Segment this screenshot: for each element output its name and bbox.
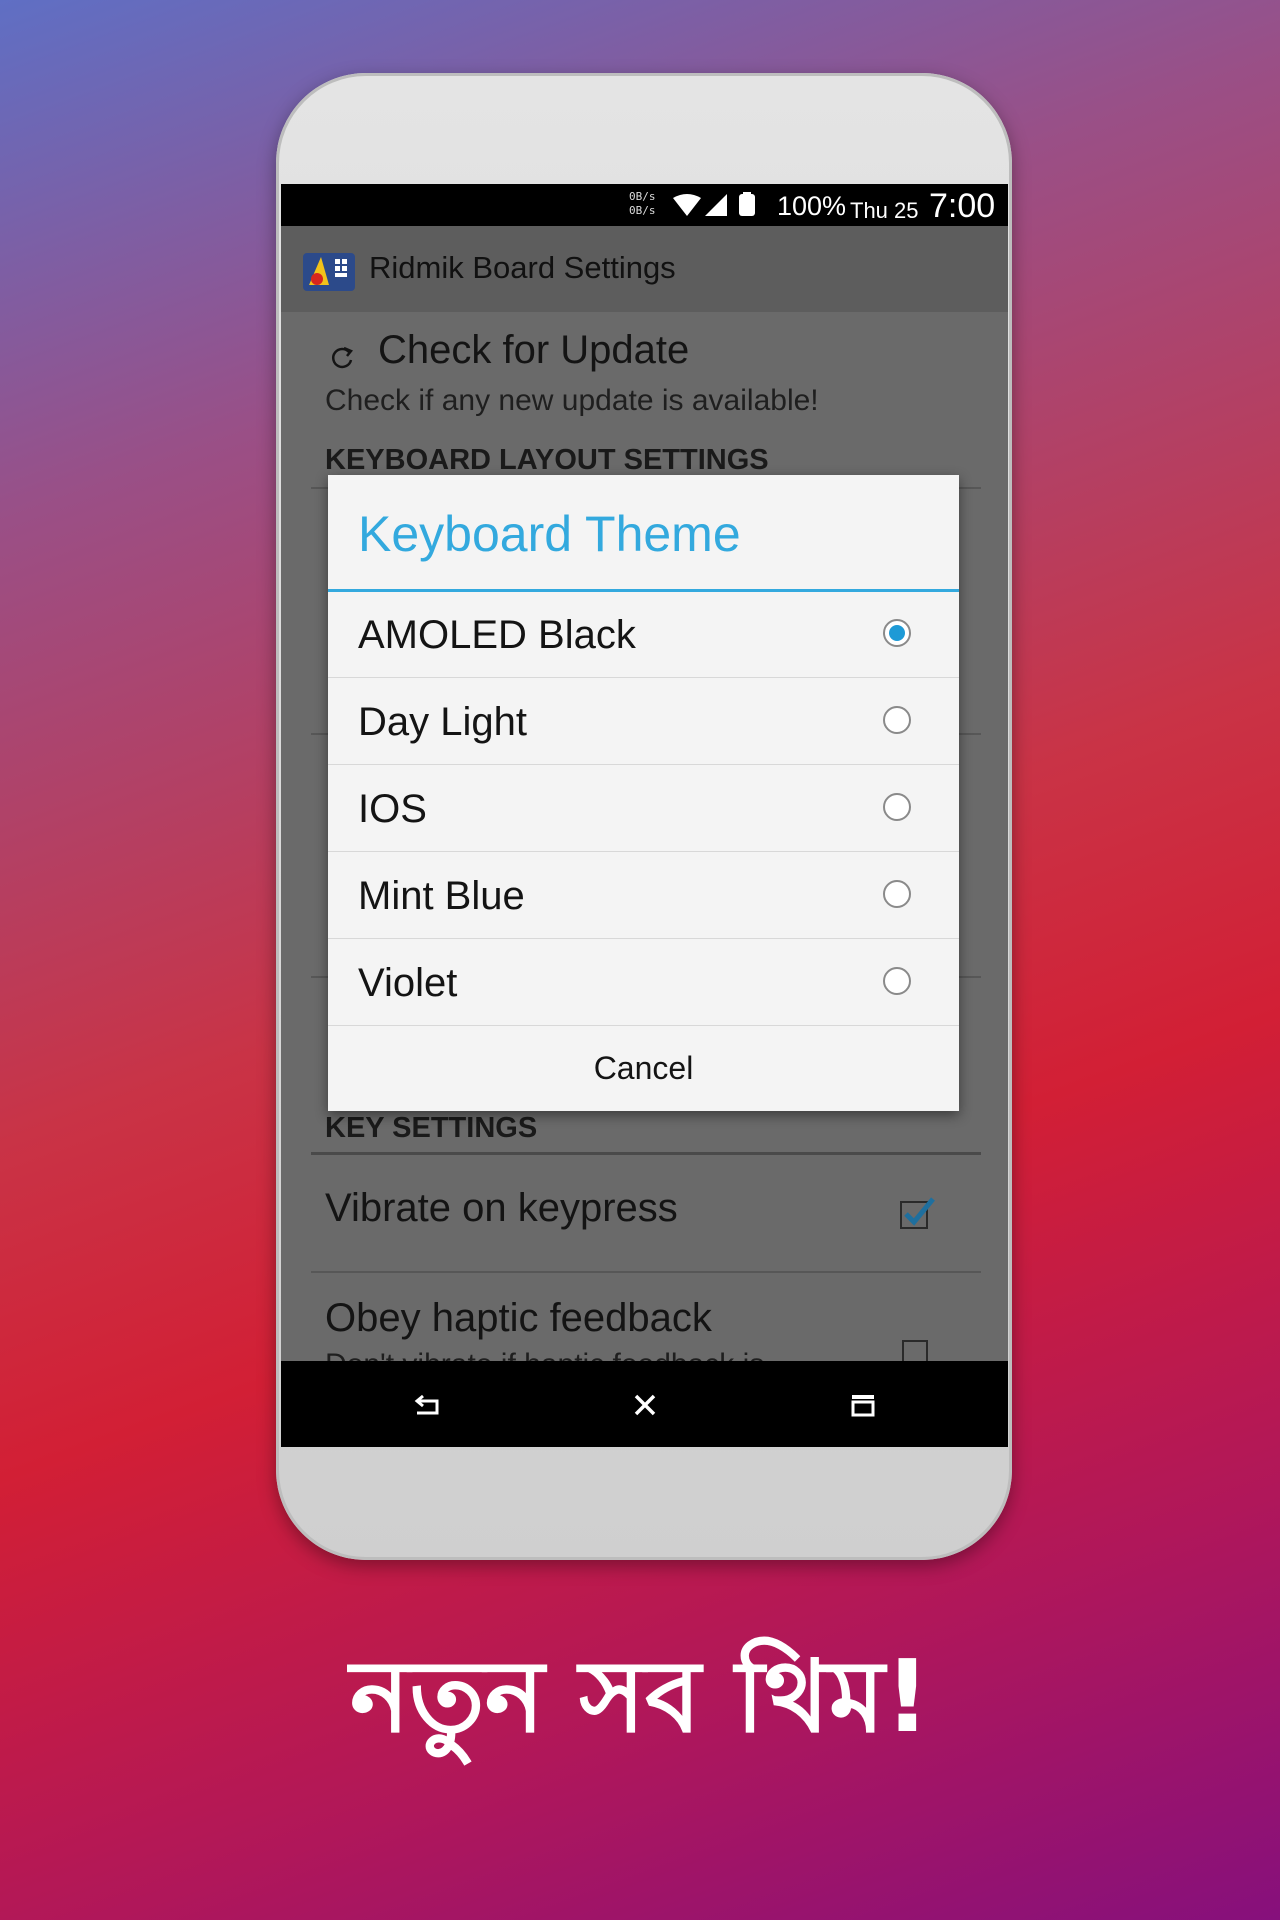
status-time: 7:00 [929,187,996,225]
theme-option-day-light[interactable]: Day Light [328,679,959,765]
haptic-pref[interactable]: Obey haptic feedback Don't vibrate if ha… [281,1276,1008,1381]
option-label: Day Light [358,700,527,744]
option-label: Violet [358,961,458,1005]
recents-icon[interactable] [850,1393,876,1417]
radio-button-selected[interactable] [883,619,911,647]
option-divider [328,677,959,678]
wifi-icon [673,194,701,216]
net-up-speed: 0B/s [629,190,656,203]
status-icons [673,192,755,216]
haptic-title: Obey haptic feedback [325,1296,712,1340]
option-divider [328,851,959,852]
theme-option-amoled-black[interactable]: AMOLED Black [328,592,959,678]
network-speed: 0B/s 0B/s [629,190,656,218]
status-bar: 0B/s 0B/s 100% Thu 25 7:00 [281,184,1008,226]
radio-dot [889,625,905,641]
home-icon[interactable] [633,1393,657,1417]
radio-button[interactable] [883,967,911,995]
check-update-summary: Check if any new update is available! [325,384,819,417]
promo-tagline: নতুন সব থিম! [349,1638,931,1755]
option-divider [328,764,959,765]
battery-percentage: 100% [777,191,847,221]
check-update-pref[interactable]: Check for Update Check if any new update… [281,312,1008,422]
theme-option-ios[interactable]: IOS [328,766,959,852]
keyboard-theme-dialog: Keyboard Theme AMOLED Black Day Light IO… [328,475,959,1111]
vibrate-title: Vibrate on keypress [325,1186,678,1230]
app-bar: Ridmik Board Settings [281,226,1008,312]
status-date: Thu 25 [850,198,919,223]
vibrate-pref[interactable]: Vibrate on keypress [281,1156,1008,1266]
theme-option-violet[interactable]: Violet [328,940,959,1026]
back-icon[interactable] [413,1393,441,1417]
key-settings-header: KEY SETTINGS [325,1112,538,1144]
signal-icon [705,194,727,216]
app-title: Ridmik Board Settings [369,250,676,285]
cancel-button[interactable]: Cancel [328,1026,959,1111]
option-label: IOS [358,787,427,831]
row-divider [311,1271,981,1273]
radio-button[interactable] [883,880,911,908]
radio-button[interactable] [883,793,911,821]
option-divider [328,938,959,939]
vibrate-checkbox[interactable] [899,1196,937,1230]
check-update-title: Check for Update [378,328,690,372]
keyboard-layout-header: KEYBOARD LAYOUT SETTINGS [325,444,769,476]
app-logo-icon [303,253,355,291]
dialog-title: Keyboard Theme [358,506,741,562]
net-down-speed: 0B/s [629,204,656,217]
option-label: AMOLED Black [358,613,636,657]
theme-option-mint-blue[interactable]: Mint Blue [328,853,959,939]
nav-bar [281,1361,1008,1447]
section-divider [311,1152,981,1155]
battery-icon [739,194,755,216]
option-label: Mint Blue [358,874,525,918]
refresh-icon [331,346,354,369]
radio-button[interactable] [883,706,911,734]
